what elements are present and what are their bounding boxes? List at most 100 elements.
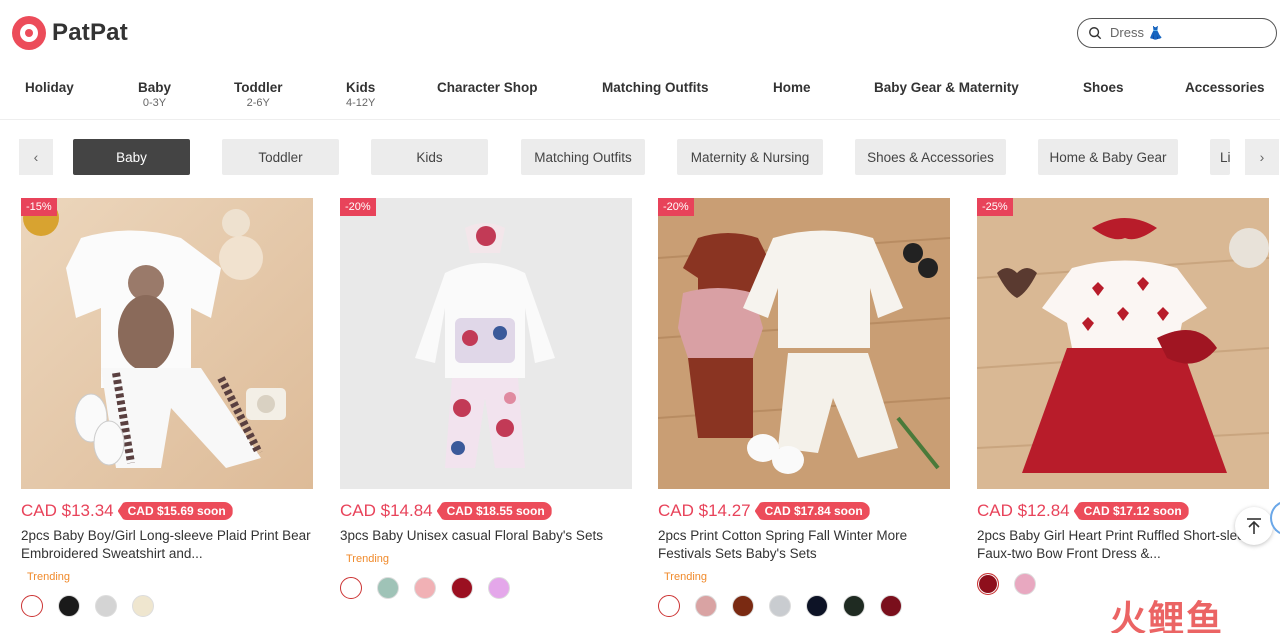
trending-label: Trending: [346, 553, 390, 565]
color-swatches: [21, 595, 313, 617]
pills-next-button[interactable]: ›: [1245, 139, 1279, 175]
nav-label: Baby Gear & Maternity: [874, 80, 1019, 95]
nav-label: Toddler: [234, 80, 283, 95]
nav-label: Home: [773, 80, 811, 95]
color-swatch[interactable]: [414, 577, 436, 599]
patpat-logo-icon: [12, 16, 46, 50]
trending-label: Trending: [27, 571, 71, 583]
nav-matching-outfits[interactable]: Matching Outfits: [602, 80, 709, 95]
chevron-right-icon: ›: [1259, 149, 1265, 165]
pill-toddler[interactable]: Toddler: [222, 139, 339, 175]
nav-label: Holiday: [25, 80, 74, 95]
future-price-tag: CAD $18.55 soon: [436, 502, 552, 520]
category-pill-bar: ‹ Baby Toddler Kids Matching Outfits Mat…: [0, 139, 1280, 175]
product-photo-bear-sweatshirt: [21, 198, 313, 489]
product-price: CAD $13.34: [21, 501, 114, 520]
back-to-top-button[interactable]: [1235, 507, 1273, 545]
future-price-tag: CAD $17.84 soon: [754, 502, 870, 520]
pill-kids[interactable]: Kids: [371, 139, 488, 175]
nav-accessories[interactable]: Accessories: [1185, 80, 1265, 95]
site-header: PatPat: [0, 0, 1280, 66]
nav-toddler[interactable]: Toddler 2-6Y: [234, 80, 283, 109]
nav-age-range: 4-12Y: [346, 97, 376, 109]
discount-badge: -20%: [340, 198, 376, 216]
color-swatch[interactable]: [95, 595, 117, 617]
logo-text: PatPat: [52, 19, 128, 46]
search-input[interactable]: [1110, 25, 1260, 41]
product-grid: -15% CAD $13.34 CAD $15.69 soon 2pcs Bab…: [0, 198, 1280, 633]
color-swatch[interactable]: [880, 595, 902, 617]
discount-badge: -20%: [658, 198, 694, 216]
product-image[interactable]: -20%: [658, 198, 950, 489]
product-card[interactable]: -15% CAD $13.34 CAD $15.69 soon 2pcs Bab…: [21, 198, 313, 617]
main-navigation: Holiday Baby 0-3Y Toddler 2-6Y Kids 4-12Y C…: [0, 80, 1280, 120]
color-swatch[interactable]: [377, 577, 399, 599]
product-photo-heart-dress: [977, 198, 1269, 489]
future-price-tag: CAD $17.12 soon: [1073, 502, 1189, 520]
color-swatch[interactable]: [769, 595, 791, 617]
color-swatch[interactable]: [695, 595, 717, 617]
color-swatch[interactable]: [806, 595, 828, 617]
color-swatches: [658, 595, 950, 617]
nav-label: Accessories: [1185, 80, 1265, 95]
product-photo-floral-hoodie-set: [340, 198, 632, 489]
product-image[interactable]: -15%: [21, 198, 313, 489]
product-title[interactable]: 3pcs Baby Unisex casual Floral Baby's Se…: [340, 527, 632, 545]
discount-badge: -25%: [977, 198, 1013, 216]
nav-label: Baby: [138, 80, 172, 95]
color-swatch[interactable]: [732, 595, 754, 617]
color-swatch[interactable]: [488, 577, 510, 599]
nav-label: Matching Outfits: [602, 80, 709, 95]
color-swatch[interactable]: [21, 595, 43, 617]
product-card[interactable]: -20% CAD $14.84 CAD $18.55 soon 3pcs Bab…: [340, 198, 632, 599]
pill-home-baby-gear[interactable]: Home & Baby Gear: [1038, 139, 1178, 175]
color-swatch[interactable]: [451, 577, 473, 599]
product-title[interactable]: 2pcs Baby Boy/Girl Long-sleeve Plaid Pri…: [21, 527, 313, 563]
chevron-left-icon: ‹: [33, 149, 39, 165]
pill-matching-outfits[interactable]: Matching Outfits: [521, 139, 645, 175]
nav-home[interactable]: Home: [773, 80, 811, 95]
search-icon: [1089, 27, 1102, 40]
color-swatch[interactable]: [340, 577, 362, 599]
discount-badge: -15%: [21, 198, 57, 216]
future-price-tag: CAD $15.69 soon: [117, 502, 233, 520]
arrow-up-icon: [1247, 518, 1261, 534]
nav-holiday[interactable]: Holiday: [25, 80, 74, 95]
product-image[interactable]: -20%: [340, 198, 632, 489]
nav-baby-gear-maternity[interactable]: Baby Gear & Maternity: [874, 80, 1019, 95]
color-swatch[interactable]: [977, 573, 999, 595]
product-price: CAD $12.84: [977, 501, 1070, 520]
product-price: CAD $14.84: [340, 501, 433, 520]
color-swatch[interactable]: [658, 595, 680, 617]
trending-label: Trending: [664, 571, 708, 583]
nav-label: Kids: [346, 80, 376, 95]
pill-baby[interactable]: Baby: [73, 139, 190, 175]
color-swatch[interactable]: [132, 595, 154, 617]
nav-age-range: 2-6Y: [246, 97, 270, 109]
nav-character-shop[interactable]: Character Shop: [437, 80, 538, 95]
pills-prev-button[interactable]: ‹: [19, 139, 53, 175]
nav-baby[interactable]: Baby 0-3Y: [138, 80, 171, 109]
pill-maternity-nursing[interactable]: Maternity & Nursing: [677, 139, 823, 175]
nav-label: Character Shop: [437, 80, 538, 95]
nav-age-range: 0-3Y: [142, 97, 167, 109]
search-box[interactable]: [1077, 18, 1277, 48]
color-swatch[interactable]: [1014, 573, 1036, 595]
color-swatch[interactable]: [843, 595, 865, 617]
product-card[interactable]: -20% CAD $14.27 CAD $17.84 soon 2pcs Pri…: [658, 198, 950, 617]
product-image[interactable]: -25%: [977, 198, 1269, 489]
color-swatches: [340, 577, 632, 599]
nav-shoes[interactable]: Shoes: [1083, 80, 1124, 95]
product-title[interactable]: 2pcs Print Cotton Spring Fall Winter Mor…: [658, 527, 950, 563]
pill-truncated[interactable]: Li: [1210, 139, 1230, 175]
patpat-logo[interactable]: PatPat: [12, 16, 128, 50]
product-photo-knit-sets: [658, 198, 950, 489]
watermark-text: 火鲤鱼: [1110, 599, 1225, 633]
color-swatch[interactable]: [58, 595, 80, 617]
product-price: CAD $14.27: [658, 501, 751, 520]
product-title[interactable]: 2pcs Baby Girl Heart Print Ruffled Short…: [977, 527, 1269, 563]
nav-label: Shoes: [1083, 80, 1124, 95]
pill-shoes-accessories[interactable]: Shoes & Accessories: [855, 139, 1006, 175]
product-card[interactable]: -25% CAD $12.84 CAD $17.12 soon 2pcs Bab…: [977, 198, 1269, 595]
nav-kids[interactable]: Kids 4-12Y: [346, 80, 375, 109]
